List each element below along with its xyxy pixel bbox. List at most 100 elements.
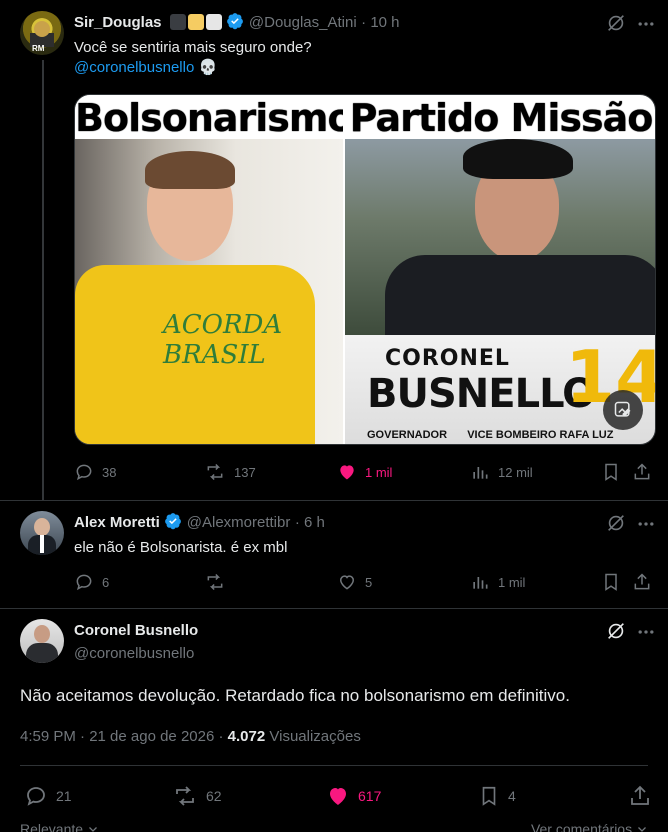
badge-square-white-icon [205, 14, 222, 30]
verified-icon [227, 13, 244, 30]
like-icon [330, 788, 346, 805]
image-right-panel: CORONEL BUSNELLO 14 GOVERNADOR VICE BOMB… [345, 95, 655, 444]
reply-icon [76, 574, 92, 591]
author-handle[interactable]: @Alexmorettibr [187, 514, 291, 531]
more-icon[interactable] [636, 514, 656, 534]
repost-icon [176, 786, 194, 806]
poster-vice: VICE BOMBEIRO RAFA LUZ [467, 429, 614, 441]
more-icon[interactable] [636, 622, 656, 642]
tweet-2-header: Alex Moretti @Alexmorettibr · 6 h [74, 513, 325, 531]
thread-connector [42, 60, 44, 500]
right-caption: Partido Missão [345, 95, 655, 140]
like-icon [339, 575, 355, 590]
views-count: 12 mil [498, 464, 533, 480]
edit-image-icon [614, 401, 631, 417]
repost-button[interactable]: 62 [172, 784, 222, 808]
poster-footer: GOVERNADOR VICE BOMBEIRO RAFA LUZ [367, 429, 613, 441]
avatar-coronel-busnello[interactable] [20, 619, 64, 663]
views-button[interactable]: 12 mil [470, 462, 533, 482]
tweet-timestamp[interactable]: 4:59 PM · 21 de ago de 2026 · [20, 728, 228, 745]
reply-button[interactable]: 21 [24, 784, 72, 808]
image-left-panel: ACORDA BRASIL Bolsonarismo [75, 95, 343, 444]
view-replies-label: Ver comentários [530, 821, 633, 832]
avatar-art-icon: RM [30, 21, 54, 53]
like-count: 1 mil [365, 464, 393, 480]
views-label: Visualizações [269, 728, 361, 745]
chevron-down-icon [88, 827, 97, 832]
grok-icon[interactable] [605, 12, 627, 34]
tweet-time[interactable]: 6 h [304, 514, 325, 531]
views-count: 1 mil [498, 574, 526, 590]
sort-dropdown[interactable]: Relevante [20, 821, 99, 832]
reply-count: 6 [102, 574, 110, 590]
bookmark-icon[interactable] [601, 572, 621, 592]
tweet-2-text: ele não é Bolsonarista. é ex mbl [74, 539, 288, 556]
repost-button[interactable]: 137 [204, 462, 256, 482]
chevron-down-icon [638, 827, 646, 832]
share-icon[interactable] [628, 784, 652, 808]
tweet-text-line: Você se sentiria mais seguro onde? [74, 39, 312, 56]
person-hair [145, 151, 235, 189]
avatar-alex-moretti[interactable] [20, 511, 64, 555]
sort-label: Relevante [20, 821, 84, 832]
reply-icon [76, 464, 92, 481]
views-number: 4.072 [227, 728, 266, 745]
tweet-3[interactable]: Coronel Busnello @coronelbusnello Não ac… [0, 608, 668, 832]
author-name[interactable]: Alex Moretti [74, 514, 160, 531]
reply-button[interactable]: 6 [74, 572, 109, 592]
like-icon [340, 465, 354, 480]
tweet-meta: 4:59 PM · 21 de ago de 2026 · 4.072 Visu… [20, 728, 361, 745]
tweet-2[interactable]: Alex Moretti @Alexmorettibr · 6 h ele nã… [0, 500, 668, 608]
repost-icon [207, 463, 223, 481]
bookmark-button[interactable]: 4 [478, 784, 516, 808]
avatar-sir-douglas[interactable]: RM [20, 11, 64, 55]
like-button[interactable]: 1 mil [337, 462, 392, 482]
more-icon[interactable] [636, 14, 656, 34]
repost-button[interactable] [204, 572, 226, 592]
badge-square-yellow-icon [187, 14, 204, 30]
like-button[interactable]: 5 [337, 572, 372, 592]
view-replies-link[interactable]: Ver comentários [531, 821, 648, 832]
share-icon[interactable] [632, 462, 652, 482]
author-handle[interactable]: @Douglas_Atini [249, 14, 357, 31]
author-handle[interactable]: @coronelbusnello [74, 645, 194, 662]
reply-count: 38 [102, 464, 117, 480]
views-button[interactable]: 1 mil [470, 572, 525, 592]
author-name[interactable]: Sir_Douglas [74, 14, 162, 31]
share-icon[interactable] [632, 572, 652, 592]
repost-count: 62 [206, 788, 222, 804]
reply-button[interactable]: 38 [74, 462, 116, 482]
tweet-1[interactable]: RM Sir_Douglas @Douglas_Atini · 10 h Voc… [0, 0, 668, 500]
views-icon [473, 577, 488, 589]
left-caption: Bolsonarismo [75, 95, 343, 140]
like-count: 5 [365, 574, 373, 590]
like-button[interactable]: 617 [326, 784, 381, 808]
tweet-time[interactable]: 10 h [370, 14, 399, 31]
edit-image-button[interactable] [603, 390, 643, 430]
image-divider [343, 95, 345, 444]
grok-icon[interactable] [605, 620, 627, 642]
author-name[interactable]: Coronel Busnello [74, 622, 198, 639]
bookmark-icon[interactable] [601, 462, 621, 482]
grok-icon[interactable] [605, 512, 627, 534]
reply-icon [27, 787, 45, 806]
badge-square-dark-icon [169, 14, 186, 30]
views-icon [473, 467, 488, 479]
tweet-1-header: Sir_Douglas @Douglas_Atini · 10 h [74, 12, 400, 35]
tweet-image[interactable]: ACORDA BRASIL Bolsonarismo CORONEL BUSNE… [74, 94, 656, 445]
bookmark-count: 4 [508, 788, 516, 804]
verified-icon [165, 513, 182, 530]
profile-badges [169, 14, 222, 35]
poster-coronel: CORONEL [385, 346, 510, 371]
divider [20, 765, 648, 766]
repost-count: 137 [234, 464, 256, 480]
poster-busnello: BUSNELLO [367, 371, 596, 417]
mention-link[interactable]: @coronelbusnello [74, 59, 194, 76]
bookmark-icon [482, 786, 496, 806]
repost-icon [207, 573, 223, 591]
svg-text:RM: RM [32, 44, 45, 53]
like-count: 617 [358, 788, 382, 804]
poster-governador: GOVERNADOR [367, 429, 448, 441]
officer-beret [463, 139, 573, 179]
tweet-3-text: Não aceitamos devolução. Retardado fica … [20, 686, 570, 705]
